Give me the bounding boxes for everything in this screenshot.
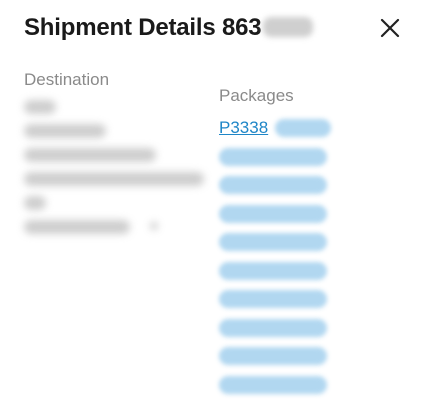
package-link-text: P3338 <box>219 118 269 137</box>
address-line <box>24 148 156 162</box>
redacted-package-id <box>275 119 331 137</box>
close-icon <box>380 18 400 38</box>
address-line <box>24 220 130 234</box>
redacted-shipment-number <box>263 16 314 37</box>
package-link[interactable] <box>219 176 327 194</box>
address-line <box>24 172 204 186</box>
address-mark <box>150 222 158 230</box>
close-button[interactable] <box>378 16 402 40</box>
page-title: Shipment Details 863 <box>24 14 314 42</box>
package-link[interactable] <box>219 262 327 280</box>
package-link[interactable]: P3338 <box>219 118 268 138</box>
shipment-title-text: Shipment Details 863 <box>24 14 262 41</box>
address-line <box>24 100 56 114</box>
address-line <box>24 196 46 210</box>
package-link[interactable] <box>219 319 327 337</box>
destination-label: Destination <box>24 70 110 89</box>
package-link[interactable] <box>219 376 327 394</box>
package-link[interactable] <box>219 148 327 166</box>
package-link[interactable] <box>219 290 327 308</box>
package-link[interactable] <box>219 233 327 251</box>
package-link[interactable] <box>219 205 327 223</box>
address-line <box>24 124 106 138</box>
packages-label: Packages <box>219 86 294 105</box>
package-link[interactable] <box>219 347 327 365</box>
